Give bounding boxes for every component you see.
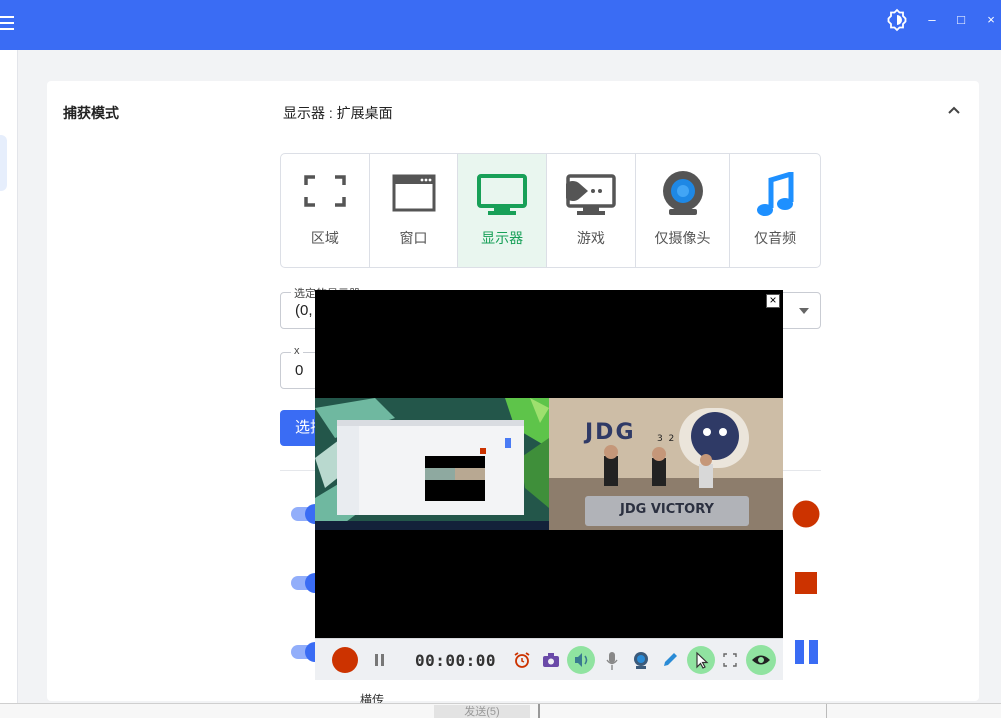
x-value: 0 <box>295 362 304 379</box>
mode-label: 游戏 <box>576 230 605 246</box>
separator <box>538 704 540 718</box>
cursor-icon <box>696 651 709 669</box>
mode-game[interactable]: 游戏 <box>547 154 636 267</box>
alarm-icon[interactable] <box>513 651 531 669</box>
x-legend: x <box>291 345 303 357</box>
capture-mode-value: 显示器 : 扩展桌面 <box>283 105 393 121</box>
minimize-button[interactable]: – <box>919 8 945 32</box>
pen-icon[interactable] <box>661 651 679 669</box>
preview-left-monitor <box>315 398 549 530</box>
preview-close-button[interactable]: × <box>766 294 780 308</box>
camera-icon[interactable] <box>542 652 560 668</box>
music-note-icon <box>757 172 794 216</box>
mode-window[interactable]: 窗口 <box>370 154 459 267</box>
mode-label: 区域 <box>310 230 339 246</box>
preview-window: × JDG 3 2 JDG VICTORY 00:00:00 <box>315 290 783 680</box>
desktop-wallpaper-image <box>315 398 549 530</box>
eye-icon <box>752 655 770 665</box>
mode-label: 显示器 <box>481 230 524 246</box>
record-button[interactable] <box>330 645 360 675</box>
mode-label: 窗口 <box>399 230 428 246</box>
record-icon[interactable] <box>792 500 820 528</box>
close-button[interactable]: × <box>978 8 1001 32</box>
cursor-button[interactable] <box>687 646 715 674</box>
sidebar-item-selected[interactable] <box>0 135 7 191</box>
stop-icon[interactable] <box>795 572 817 594</box>
mode-audio[interactable]: 仅音频 <box>730 154 820 267</box>
stream-logo: JDG <box>585 420 636 445</box>
title-bar: – □ × <box>0 0 1001 50</box>
mode-monitor[interactable]: 显示器 <box>458 154 548 267</box>
preview-eye-button[interactable] <box>746 645 776 675</box>
stream-caption: JDG VICTORY <box>620 502 714 517</box>
mic-icon[interactable] <box>605 651 619 671</box>
chevron-down-icon <box>799 308 809 314</box>
window-icon <box>392 174 435 212</box>
fullscreen-icon[interactable] <box>723 653 737 667</box>
preview-right-monitor: JDG 3 2 JDG VICTORY <box>549 398 783 530</box>
capture-mode-label: 捕获模式 <box>63 105 119 121</box>
chevron-up-icon[interactable] <box>947 103 961 117</box>
webcam-icon <box>662 171 703 215</box>
bottom-tab[interactable]: 发送(5) <box>434 705 530 718</box>
mode-label: 仅摄像头 <box>654 230 711 246</box>
sidebar <box>0 50 18 718</box>
theme-toggle-icon[interactable] <box>884 8 910 32</box>
maximize-button[interactable]: □ <box>948 8 974 32</box>
bottom-strip: 发送(5) <box>0 703 1001 718</box>
menu-icon[interactable] <box>0 12 18 36</box>
mode-webcam[interactable]: 仅摄像头 <box>636 154 731 267</box>
capture-mode-selector: 区域 窗口 显示器 游戏 仅摄像头 仅音频 <box>280 153 821 268</box>
select-region-button[interactable]: 选择 <box>280 410 320 446</box>
webcam-icon[interactable] <box>632 651 650 669</box>
speaker-icon <box>575 653 588 667</box>
pause-icon[interactable] <box>795 640 819 664</box>
mode-label: 仅音频 <box>754 230 797 246</box>
stream-score: 3 2 <box>657 434 675 444</box>
mode-region[interactable]: 区域 <box>281 154 370 267</box>
separator <box>826 704 827 718</box>
selected-display-value: (0, <box>295 302 313 319</box>
speaker-button[interactable] <box>567 646 595 674</box>
record-timer: 00:00:00 <box>415 651 497 670</box>
pause-button[interactable] <box>373 653 387 667</box>
recording-toolbar: 00:00:00 <box>315 638 783 680</box>
monitor-icon <box>477 174 528 215</box>
game-icon <box>565 174 616 215</box>
region-icon <box>304 175 346 207</box>
